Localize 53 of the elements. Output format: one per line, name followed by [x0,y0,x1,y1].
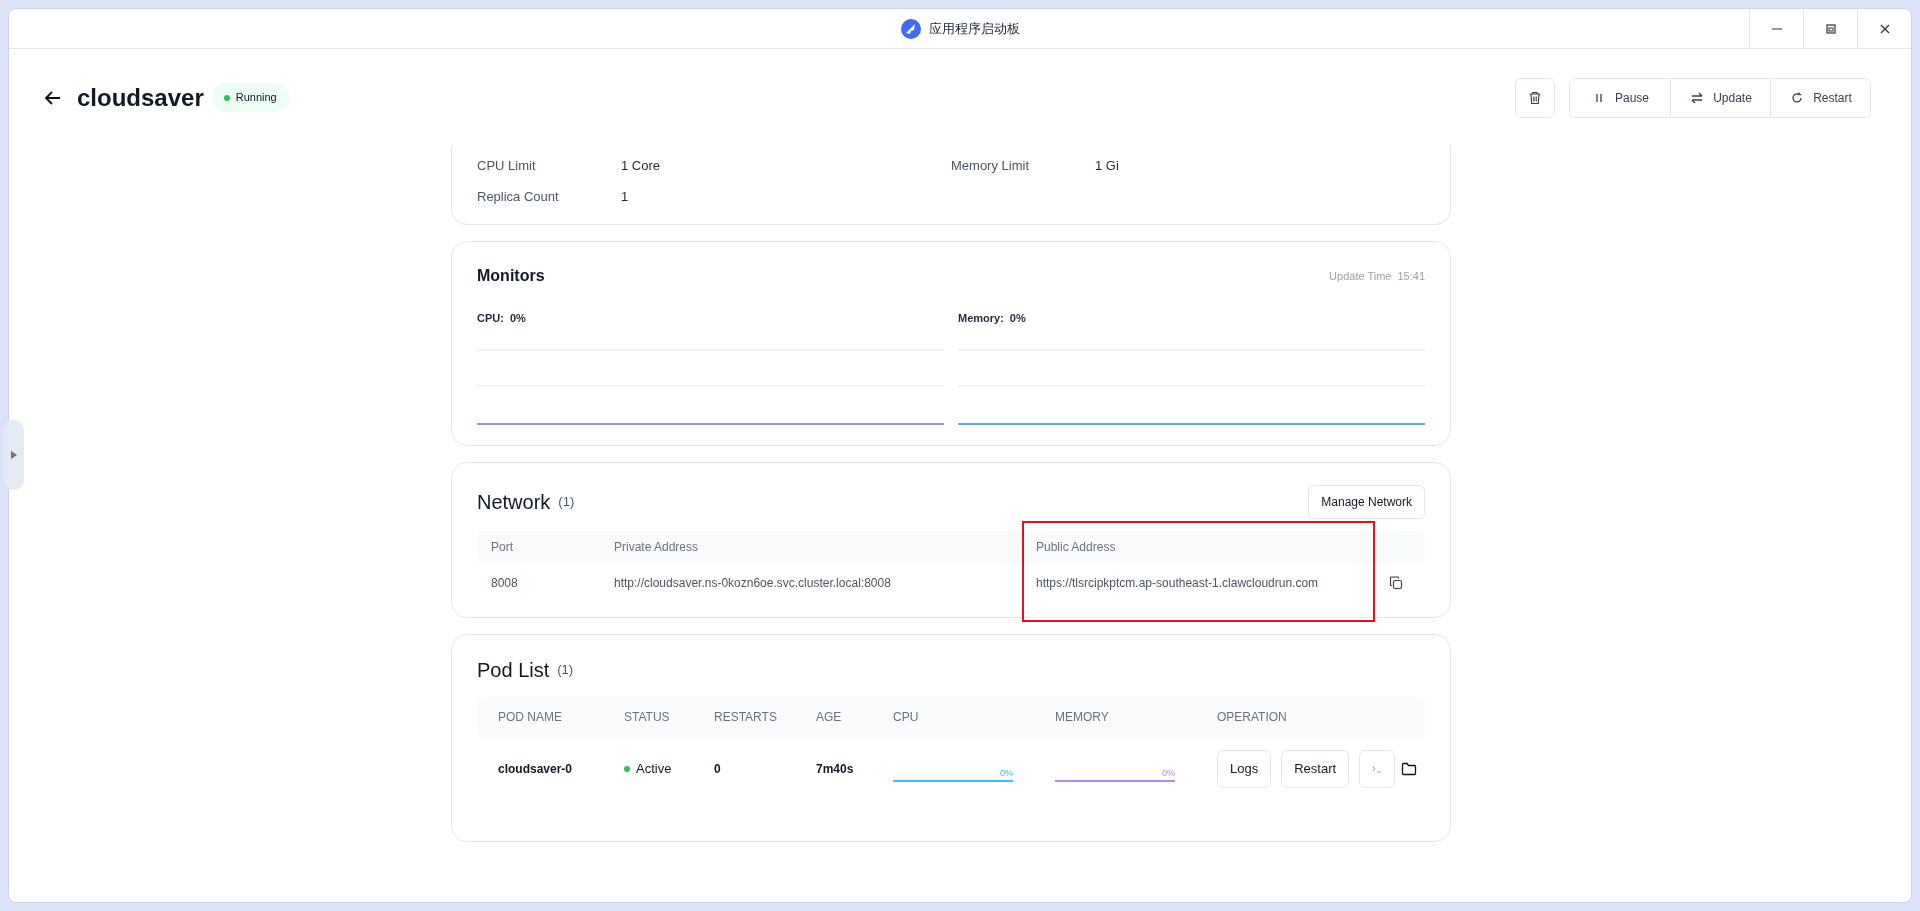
section-title: Pod List [477,657,550,683]
row-action-button[interactable]: Logs [1217,749,1272,788]
status-badge: Running [211,83,289,112]
update-time: 15:41 [1397,268,1425,284]
app-name: cloudsaver [77,82,204,113]
section-title: Monitors [477,266,545,286]
action-button[interactable]: Update [1670,78,1770,117]
table-cell-text: https://tlsrcipkptcm.ap-southeast-1.clawcloudrun.com [1036,574,1319,592]
column-header: OPERATION [1217,708,1288,726]
table-cell-text: 0 [714,760,722,778]
action-button[interactable]: Pause [1570,78,1670,117]
delete-button[interactable] [1515,77,1555,118]
minimize-icon [1771,27,1782,30]
section-title: Network [477,489,551,515]
usage-value: 0% [1162,769,1175,778]
copy-icon[interactable] [1389,575,1403,590]
table-cell-text: 7m40s [816,760,855,778]
sidebar-toggle[interactable] [3,420,24,490]
rocket-icon [900,18,921,39]
folder-icon[interactable] [1401,761,1418,776]
count-label: (1) [557,660,574,679]
column-header: Port [490,538,514,556]
field-label: CPU Limit [477,156,537,175]
column-header: POD NAME [498,708,563,726]
field-value: 1 Core [621,156,661,175]
table-cell-text: http://cloudsaver.ns-0kozn6oe.svc.cluster.local:8008 [613,574,892,592]
trash-icon [1527,89,1543,106]
column-header: Private Address [613,538,700,556]
column-header: AGE [816,708,843,726]
column-header: Public Address [1035,538,1117,556]
usage-value: 0% [1000,769,1013,778]
field-label: Replica Count [477,187,560,206]
caret-icon [10,451,17,459]
field-label: Memory Limit [951,156,1030,175]
window-title: 应用程序启动板 [928,19,1020,38]
manage-network-button[interactable]: Manage Network [1308,484,1425,519]
column-header: RESTARTS [714,708,778,726]
action-button[interactable]: Restart [1770,78,1870,117]
count-label: (1) [558,492,575,511]
column-header: CPU [893,708,920,726]
update-time-label: Update Time [1329,268,1392,284]
status-label: Active [636,759,672,778]
row-action-button[interactable]: Restart [1281,749,1350,788]
table-cell-text: 8008 [490,574,519,592]
field-value: 1 [621,187,629,206]
column-header: STATUS [624,708,671,726]
metric-value: 0% [1009,311,1026,326]
metric-label: CPU: [477,311,504,326]
metric-value: 0% [509,311,526,326]
table-cell-text: cloudsaver-0 [498,760,574,778]
field-value: 1 Gi [1095,156,1119,175]
metric-label: Memory: [958,311,1004,326]
column-header: MEMORY [1055,708,1110,726]
